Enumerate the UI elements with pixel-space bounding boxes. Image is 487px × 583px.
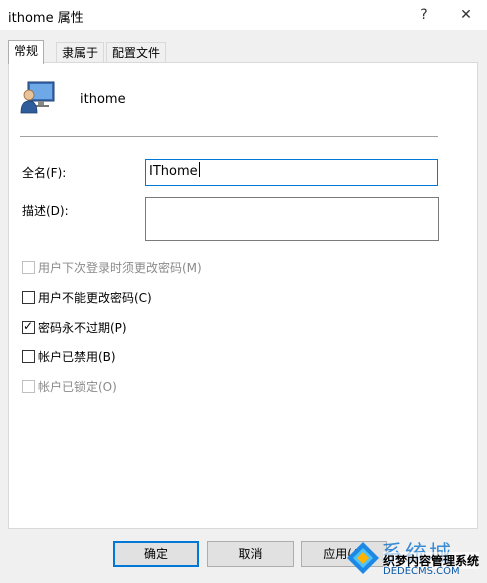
ok-button[interactable]: 确定: [113, 541, 199, 567]
option-label: 密码永不过期(P): [38, 321, 127, 335]
window-title: ithome 属性: [8, 11, 84, 26]
user-name: ithome: [80, 92, 126, 107]
option-cannot-change-password[interactable]: 用户不能更改密码(C): [22, 291, 152, 307]
option-account-disabled[interactable]: 帐户已禁用(B): [22, 350, 116, 366]
tab-profile[interactable]: 配置文件: [106, 42, 167, 63]
checkbox-password-never-expires[interactable]: ✓: [22, 319, 35, 334]
checkmark-icon: ✓: [23, 319, 34, 333]
watermark: 系统城 织梦内容管理系统 DEDECMS.COM: [345, 536, 485, 581]
cancel-button[interactable]: 取消: [207, 541, 294, 567]
tab-member-of[interactable]: 隶属于: [56, 42, 105, 63]
watermark-url: DEDECMS.COM: [383, 566, 460, 577]
description-label: 描述(D):: [22, 204, 69, 218]
tab-general[interactable]: 常规: [8, 40, 45, 64]
fullname-field[interactable]: IThome: [145, 159, 438, 186]
fullname-label: 全名(F):: [22, 166, 67, 180]
option-label: 用户下次登录时须更改密码(M): [38, 261, 202, 275]
description-field[interactable]: [145, 197, 439, 241]
option-must-change-password: 用户下次登录时须更改密码(M): [22, 261, 202, 277]
option-label: 用户不能更改密码(C): [38, 291, 152, 305]
text-caret: [198, 162, 200, 177]
checkbox-account-locked: [22, 380, 35, 393]
watermark-logo-icon: [347, 542, 379, 574]
close-button[interactable]: ✕: [451, 2, 481, 28]
checkbox-cannot-change-password[interactable]: [22, 291, 35, 304]
fullname-value: IThome: [149, 164, 198, 179]
checkbox-must-change-password: [22, 261, 35, 274]
option-label: 帐户已禁用(B): [38, 350, 116, 364]
title-bar: ithome 属性 ? ✕: [0, 0, 487, 30]
option-label: 帐户已锁定(O): [38, 380, 117, 394]
checkbox-account-disabled[interactable]: [22, 350, 35, 363]
user-account-icon: [20, 80, 56, 114]
option-account-locked: 帐户已锁定(O): [22, 380, 117, 396]
option-password-never-expires[interactable]: ✓ 密码永不过期(P): [22, 319, 127, 337]
separator: [20, 136, 438, 137]
help-button[interactable]: ?: [409, 2, 439, 28]
